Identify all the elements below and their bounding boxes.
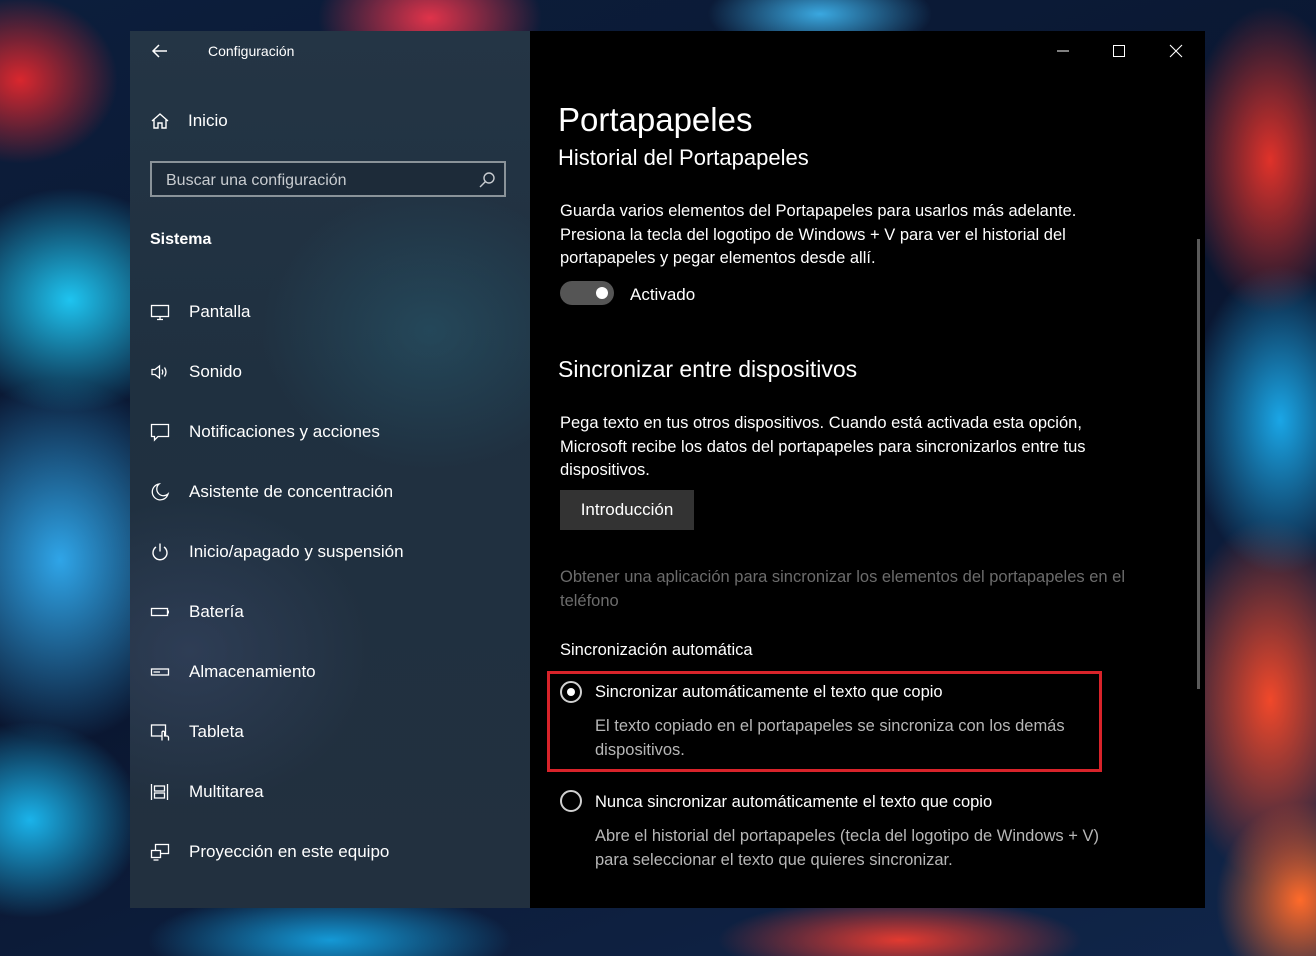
search-placeholder: Buscar una configuración [166, 172, 347, 189]
tablet-icon [150, 722, 170, 742]
sidebar-item-multitarea[interactable]: Multitarea [150, 762, 404, 822]
sidebar-item-proyeccion[interactable]: Proyección en este equipo [150, 822, 404, 882]
back-arrow-icon[interactable] [150, 41, 170, 61]
auto-sync-label: Sincronización automática [560, 641, 753, 659]
sidebar-item-label: Almacenamiento [189, 662, 316, 681]
radio-never-sync-description: Abre el historial del portapapeles (tecl… [595, 827, 1099, 869]
intro-button[interactable]: Introducción [560, 490, 694, 530]
projection-icon [150, 842, 170, 862]
sidebar-item-label: Pantalla [189, 302, 251, 321]
sidebar-item-label: Inicio/apagado y suspensión [189, 542, 404, 561]
storage-icon [150, 662, 170, 682]
scrollbar[interactable] [1197, 239, 1200, 689]
app-title: Configuración [208, 43, 295, 59]
sidebar-item-sonido[interactable]: Sonido [150, 342, 404, 402]
display-icon [150, 302, 170, 322]
sidebar-item-bateria[interactable]: Batería [150, 582, 404, 642]
maximize-button[interactable] [1104, 39, 1134, 63]
minimize-button[interactable] [1048, 39, 1078, 63]
search-icon[interactable] [478, 171, 496, 189]
multitask-icon [150, 782, 170, 802]
sidebar-item-home[interactable]: Inicio [150, 111, 228, 131]
sidebar-item-tableta[interactable]: Tableta [150, 702, 404, 762]
sidebar-item-concentracion[interactable]: Asistente de concentración [150, 462, 404, 522]
history-header: Historial del Portapapeles [558, 145, 809, 170]
history-description: Guarda varios elementos del Portapapeles… [560, 202, 1077, 267]
toggle-label: Activado [630, 285, 696, 304]
speaker-icon [150, 362, 170, 382]
main-content: Portapapeles Historial del Portapapeles … [530, 31, 1205, 908]
sidebar-item-label: Batería [189, 602, 244, 621]
power-icon [150, 542, 170, 562]
phone-app-link[interactable]: Obtener una aplicación para sincronizar … [560, 565, 1140, 613]
sidebar-item-inicio-apagado[interactable]: Inicio/apagado y suspensión [150, 522, 404, 582]
radio-never-sync-label[interactable]: Nunca sincronizar automáticamente el tex… [595, 793, 992, 812]
sidebar-item-label: Tableta [189, 722, 244, 741]
sidebar-item-almacenamiento[interactable]: Almacenamiento [150, 642, 404, 702]
radio-auto-sync-label[interactable]: Sincronizar automáticamente el texto que… [595, 683, 943, 702]
sidebar-item-label: Sonido [189, 362, 242, 381]
sidebar-item-label: Proyección en este equipo [189, 842, 390, 861]
radio-auto-sync[interactable] [560, 681, 582, 703]
close-button[interactable] [1161, 39, 1191, 63]
sync-header: Sincronizar entre dispositivos [558, 356, 858, 382]
page-title: Portapapeles [558, 101, 753, 138]
sidebar-item-label: Notificaciones y acciones [189, 422, 380, 441]
sidebar: Configuración Inicio Buscar una configur… [130, 31, 530, 908]
settings-window: Configuración Inicio Buscar una configur… [130, 31, 1205, 908]
sidebar-item-label: Multitarea [189, 782, 264, 801]
sidebar-item-notificaciones[interactable]: Notificaciones y acciones [150, 402, 404, 462]
home-icon [150, 111, 170, 131]
section-label: Sistema [150, 231, 212, 248]
battery-icon [150, 602, 170, 622]
radio-selected-dot [567, 688, 575, 696]
history-toggle[interactable] [560, 281, 614, 305]
radio-auto-sync-description: El texto copiado en el portapapeles se s… [595, 717, 1065, 759]
sidebar-nav: Pantalla Sonido Notificaciones y accione… [150, 282, 404, 882]
sidebar-item-label: Inicio [188, 111, 228, 130]
search-input[interactable]: Buscar una configuración [150, 161, 506, 197]
notification-icon [150, 422, 170, 442]
sidebar-item-pantalla[interactable]: Pantalla [150, 282, 404, 342]
sidebar-item-label: Asistente de concentración [189, 482, 394, 501]
sync-description: Pega texto en tus otros dispositivos. Cu… [560, 414, 1086, 479]
radio-never-sync[interactable] [560, 790, 582, 812]
moon-icon [150, 482, 170, 502]
toggle-knob [596, 287, 608, 299]
